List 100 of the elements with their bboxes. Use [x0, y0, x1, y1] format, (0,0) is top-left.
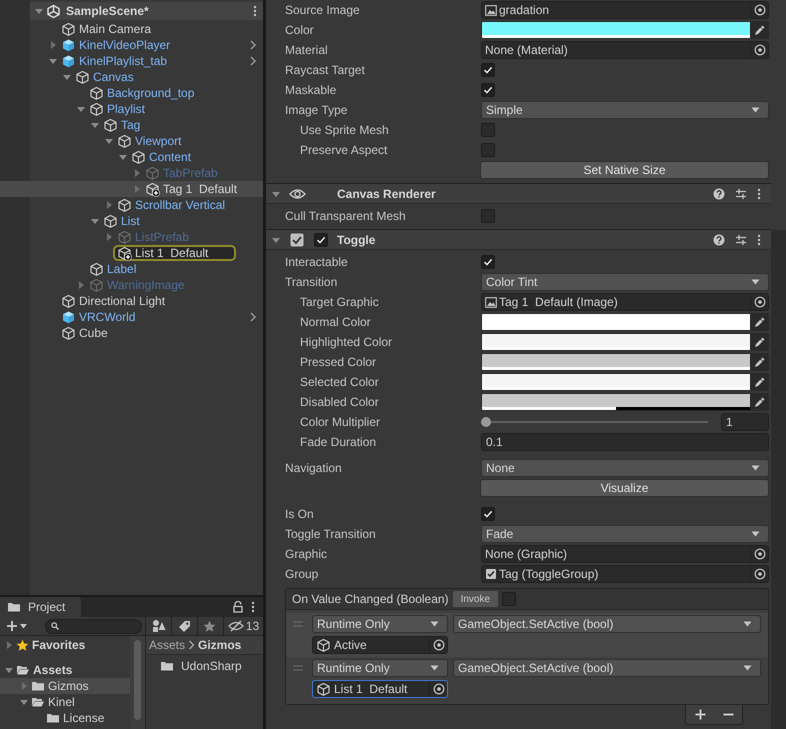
color-field[interactable] [481, 21, 769, 39]
hierarchy-item[interactable]: Background_top [0, 85, 263, 101]
field-label: Highlighted Color [299, 335, 394, 349]
hierarchy-item[interactable]: Viewport [0, 133, 263, 149]
checkbox[interactable] [481, 143, 495, 157]
dropdown[interactable]: Simple [481, 101, 769, 119]
button[interactable]: Set Native Size [480, 161, 769, 179]
enable-checkbox[interactable] [314, 232, 328, 246]
number-field[interactable]: 0.1 [481, 433, 769, 451]
checkbox[interactable] [481, 255, 495, 269]
dropdown[interactable]: None [481, 459, 769, 477]
project-tree-item[interactable]: Favorites [0, 637, 130, 653]
field-label: Fade Duration [299, 435, 378, 449]
plus-icon[interactable] [694, 709, 706, 720]
hierarchy-item[interactable]: Scrollbar Vertical [0, 197, 263, 213]
event-listener[interactable]: Runtime Only GameObject.SetActive (bool) Active [286, 613, 768, 657]
project-tree-item[interactable]: Gizmos [0, 678, 130, 694]
color-field[interactable] [481, 333, 769, 351]
checkbox[interactable] [481, 63, 495, 77]
hierarchy-item[interactable]: Tag [0, 117, 263, 133]
object-field[interactable]: None (Graphic) [481, 545, 769, 563]
object-picker-icon[interactable] [754, 44, 766, 56]
object-field[interactable]: List 1 Default [312, 680, 448, 698]
help-icon[interactable] [713, 188, 725, 200]
drag-handle-icon[interactable] [293, 665, 303, 671]
project-tree-item[interactable]: Assets [0, 662, 130, 678]
kebab-menu-icon[interactable] [757, 188, 761, 200]
eyedropper-icon[interactable] [754, 356, 764, 368]
object-picker-icon[interactable] [754, 296, 766, 308]
button[interactable]: Visualize [480, 479, 769, 497]
hierarchy-item[interactable]: Tag 1 Default [0, 181, 263, 197]
hierarchy-item[interactable]: Playlist [0, 101, 263, 117]
eyedropper-icon[interactable] [754, 396, 764, 408]
object-field[interactable]: Tag (ToggleGroup) [481, 565, 769, 583]
asset-name[interactable]: UdonSharp [181, 659, 242, 673]
object-field[interactable]: None (Material) [481, 41, 769, 59]
kebab-menu-icon[interactable] [253, 5, 257, 17]
checkbox[interactable] [481, 209, 495, 223]
color-field[interactable] [481, 393, 769, 411]
eyedropper-icon[interactable] [754, 24, 764, 36]
hierarchy-item[interactable]: Label [0, 261, 263, 277]
field-label: Disabled Color [299, 395, 380, 409]
object-field[interactable]: Tag 1 Default (Image) [481, 293, 769, 311]
hierarchy-item[interactable]: Main Camera [0, 21, 263, 37]
color-field[interactable] [481, 373, 769, 391]
checkbox[interactable] [481, 123, 495, 137]
project-tab[interactable]: Project [0, 597, 81, 617]
kebab-menu-icon[interactable] [757, 234, 761, 246]
object-field[interactable]: Active [312, 636, 448, 654]
hierarchy-item[interactable]: Content [0, 149, 263, 165]
checkbox[interactable] [481, 507, 495, 521]
field-label: Source Image [285, 3, 361, 17]
scene-header[interactable]: SampleScene* [30, 2, 263, 20]
dropdown[interactable]: Fade [481, 525, 769, 543]
slider-thumb[interactable] [481, 417, 491, 427]
project-tree-item[interactable]: Kinel [0, 694, 130, 710]
event-listener[interactable]: Runtime Only GameObject.SetActive (bool) List 1 Default [286, 657, 768, 701]
object-picker-icon[interactable] [754, 568, 766, 580]
component-header[interactable]: Canvas Renderer [266, 183, 771, 204]
search-field[interactable] [45, 618, 142, 634]
component-header[interactable]: Toggle [266, 229, 771, 250]
checkbox[interactable] [502, 592, 516, 606]
hierarchy-item[interactable]: VRCWorld [0, 309, 263, 325]
dropdown[interactable]: Runtime Only [312, 659, 448, 677]
presets-icon[interactable] [735, 188, 747, 200]
hierarchy-item[interactable]: Cube [0, 325, 263, 341]
color-field[interactable] [481, 313, 769, 331]
project-tree-item[interactable]: License [0, 710, 130, 726]
scrollbar[interactable] [130, 636, 145, 729]
object-picker-icon[interactable] [432, 683, 444, 695]
breadcrumb-link[interactable]: Assets [149, 638, 186, 652]
help-icon[interactable] [713, 234, 725, 246]
object-picker-icon[interactable] [754, 548, 766, 560]
checkbox[interactable] [481, 83, 495, 97]
chevron-right-icon[interactable] [249, 312, 257, 322]
dropdown[interactable]: Color Tint [481, 273, 769, 291]
eyedropper-icon[interactable] [754, 376, 764, 388]
hierarchy-item[interactable]: KinelPlaylist_tab [0, 53, 263, 69]
kebab-menu-icon[interactable] [251, 601, 255, 613]
color-field[interactable] [481, 353, 769, 371]
hierarchy-item[interactable]: Canvas [0, 69, 263, 85]
breadcrumb-link[interactable]: Gizmos [198, 638, 242, 652]
eyedropper-icon[interactable] [754, 336, 764, 348]
invoke-button[interactable]: Invoke [452, 591, 498, 607]
eyedropper-icon[interactable] [754, 316, 764, 328]
dropdown[interactable]: GameObject.SetActive (bool) [453, 615, 761, 633]
hierarchy-item[interactable]: List [0, 213, 263, 229]
object-picker-icon[interactable] [754, 4, 766, 16]
drag-handle-icon[interactable] [293, 621, 303, 627]
field-label: Is On [285, 507, 315, 521]
presets-icon[interactable] [735, 234, 747, 246]
dropdown[interactable]: Runtime Only [312, 615, 448, 633]
hierarchy-item[interactable]: Directional Light [0, 293, 263, 309]
lock-icon[interactable] [233, 601, 243, 613]
object-field[interactable]: gradation [481, 1, 769, 19]
dropdown[interactable]: GameObject.SetActive (bool) [453, 659, 761, 677]
object-picker-icon[interactable] [432, 639, 444, 651]
hierarchy-item[interactable]: List 1 Default [0, 245, 263, 261]
number-field[interactable]: 1 [721, 413, 769, 431]
hierarchy-item[interactable]: KinelVideoPlayer [0, 37, 263, 53]
